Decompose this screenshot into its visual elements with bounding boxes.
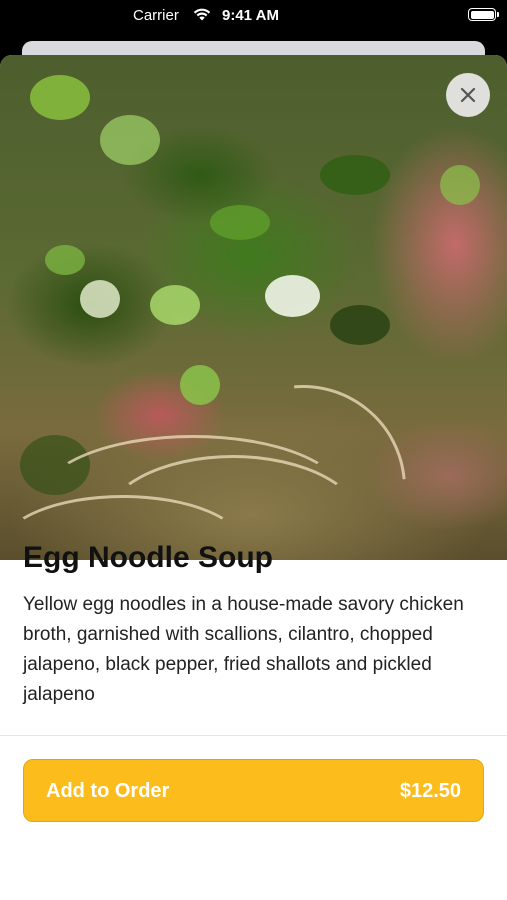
carrier-label: Carrier: [133, 7, 179, 24]
item-info: Egg Noodle Soup Yellow egg noodles in a …: [23, 540, 483, 710]
close-icon: [460, 87, 476, 103]
status-bar: Carrier 9:41 AM: [0, 0, 507, 34]
item-title: Egg Noodle Soup: [23, 541, 273, 574]
item-description: Yellow egg noodles in a house-made savor…: [23, 594, 464, 705]
price-label: $12.50: [399, 780, 461, 802]
add-to-order-button[interactable]: Add to Order $12.50: [23, 759, 484, 822]
divider: [0, 735, 507, 736]
clock: 9:41 AM: [222, 7, 279, 24]
battery-icon: [468, 8, 499, 21]
add-to-order-label: Add to Order: [46, 780, 170, 802]
close-button[interactable]: [446, 73, 490, 117]
food-photo: [0, 55, 507, 560]
wifi-icon: [193, 7, 211, 25]
